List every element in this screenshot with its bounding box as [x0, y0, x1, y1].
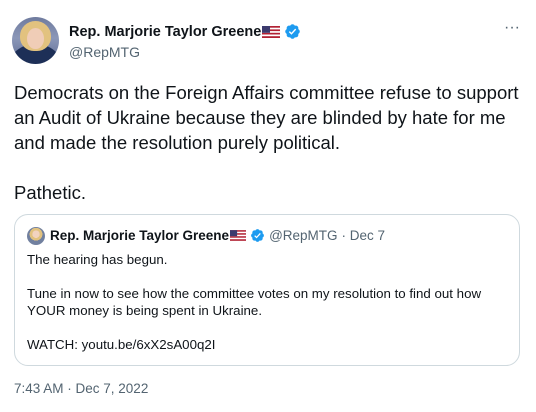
- quoted-tweet-text: The hearing has begun. Tune in now to se…: [27, 251, 507, 353]
- tweet-card: Rep. Marjorie Taylor Greene @RepMTG ··· …: [0, 0, 536, 412]
- author-avatar[interactable]: [12, 17, 59, 64]
- quoted-author-name: Rep. Marjorie Taylor Greene: [50, 228, 230, 243]
- author-name[interactable]: Rep. Marjorie Taylor Greene: [69, 24, 261, 40]
- quoted-author-handle: @RepMTG: [269, 228, 338, 243]
- quoted-author-avatar: [27, 227, 45, 245]
- tweet-text: Democrats on the Foreign Affairs committ…: [14, 80, 528, 205]
- tweet-paragraph: Pathetic.: [14, 182, 86, 203]
- author-name-row[interactable]: Rep. Marjorie Taylor Greene: [69, 23, 301, 40]
- more-options-icon[interactable]: ···: [502, 20, 522, 39]
- verified-badge-icon: [251, 229, 264, 242]
- author-handle[interactable]: @RepMTG: [69, 44, 140, 60]
- verified-badge-icon: [285, 24, 301, 39]
- quoted-tweet-header: Rep. Marjorie Taylor Greene @RepMTG · De…: [50, 228, 385, 243]
- us-flag-icon: [262, 25, 281, 38]
- quoted-paragraph: WATCH: youtu.be/6xX2sA00q2I: [27, 337, 216, 352]
- tweet-timestamp[interactable]: 7:43 AM · Dec 7, 2022: [14, 381, 148, 396]
- quoted-paragraph: The hearing has begun.: [27, 252, 168, 267]
- us-flag-icon: [230, 230, 247, 241]
- quoted-tweet-date: · Dec 7: [341, 228, 386, 243]
- tweet-paragraph: Democrats on the Foreign Affairs committ…: [14, 82, 519, 153]
- quoted-tweet[interactable]: Rep. Marjorie Taylor Greene @RepMTG · De…: [14, 214, 520, 366]
- quoted-paragraph: Tune in now to see how the committee vot…: [27, 286, 482, 318]
